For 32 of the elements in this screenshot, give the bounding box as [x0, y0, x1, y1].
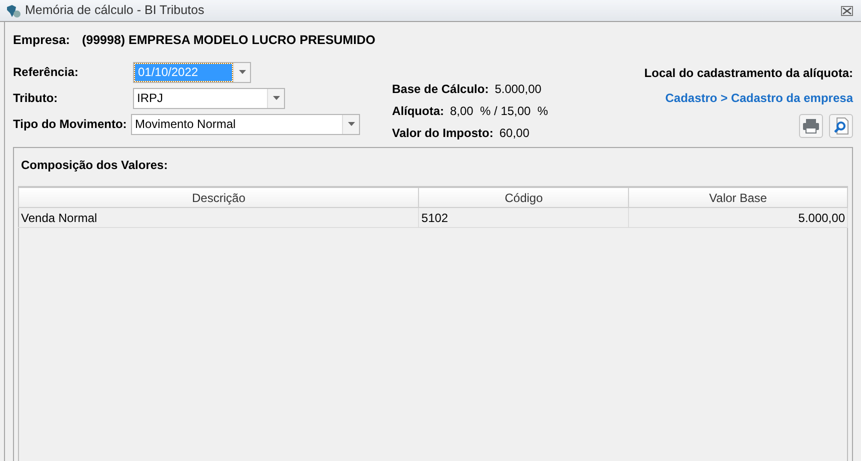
table-cell: 5.000,00 [628, 208, 848, 228]
dropdown-field[interactable]: Movimento Normal [131, 114, 360, 135]
table-cell: 5102 [418, 208, 629, 228]
print-button[interactable] [799, 114, 823, 138]
location-label: Local do cadastramento da alíquota: [644, 64, 853, 82]
summary-value: 60,00 [499, 124, 530, 142]
summary-value: 5.000,00 [494, 80, 542, 98]
field-label: Tributo: [13, 90, 59, 108]
company-label: Empresa: [13, 32, 70, 49]
table-cell: Venda Normal [18, 208, 419, 228]
printer-icon [802, 118, 820, 134]
column-header[interactable]: Valor Base [628, 186, 848, 208]
summary-value: 8,00 % / 15,00 % [450, 102, 548, 120]
summary-label: Base de Cálculo: [392, 80, 489, 98]
column-header[interactable]: Código [418, 186, 629, 208]
close-icon[interactable] [841, 6, 853, 16]
preview-button[interactable] [829, 114, 853, 138]
field-label: Tipo do Movimento: [13, 116, 128, 134]
caret-icon [348, 122, 354, 126]
column-header[interactable]: Descrição [18, 186, 419, 208]
summary-label: Valor do Imposto: [392, 124, 494, 142]
field-label: Referência: [13, 64, 80, 82]
company-name: (99998) EMPRESA MODELO LUCRO PRESUMIDO [82, 32, 376, 49]
summary-label: Alíquota: [392, 102, 444, 120]
caret-icon [238, 70, 246, 74]
app-icon [6, 4, 22, 18]
search-icon [832, 116, 850, 135]
panel-title: Composição dos Valores: [21, 156, 169, 174]
window-title: Memória de cálculo - BI Tributos [25, 2, 204, 20]
dropdown-field[interactable]: IRPJ [133, 88, 285, 109]
caret-icon [272, 96, 280, 100]
location-link[interactable]: Cadastro > Cadastro da empresa [665, 88, 853, 107]
